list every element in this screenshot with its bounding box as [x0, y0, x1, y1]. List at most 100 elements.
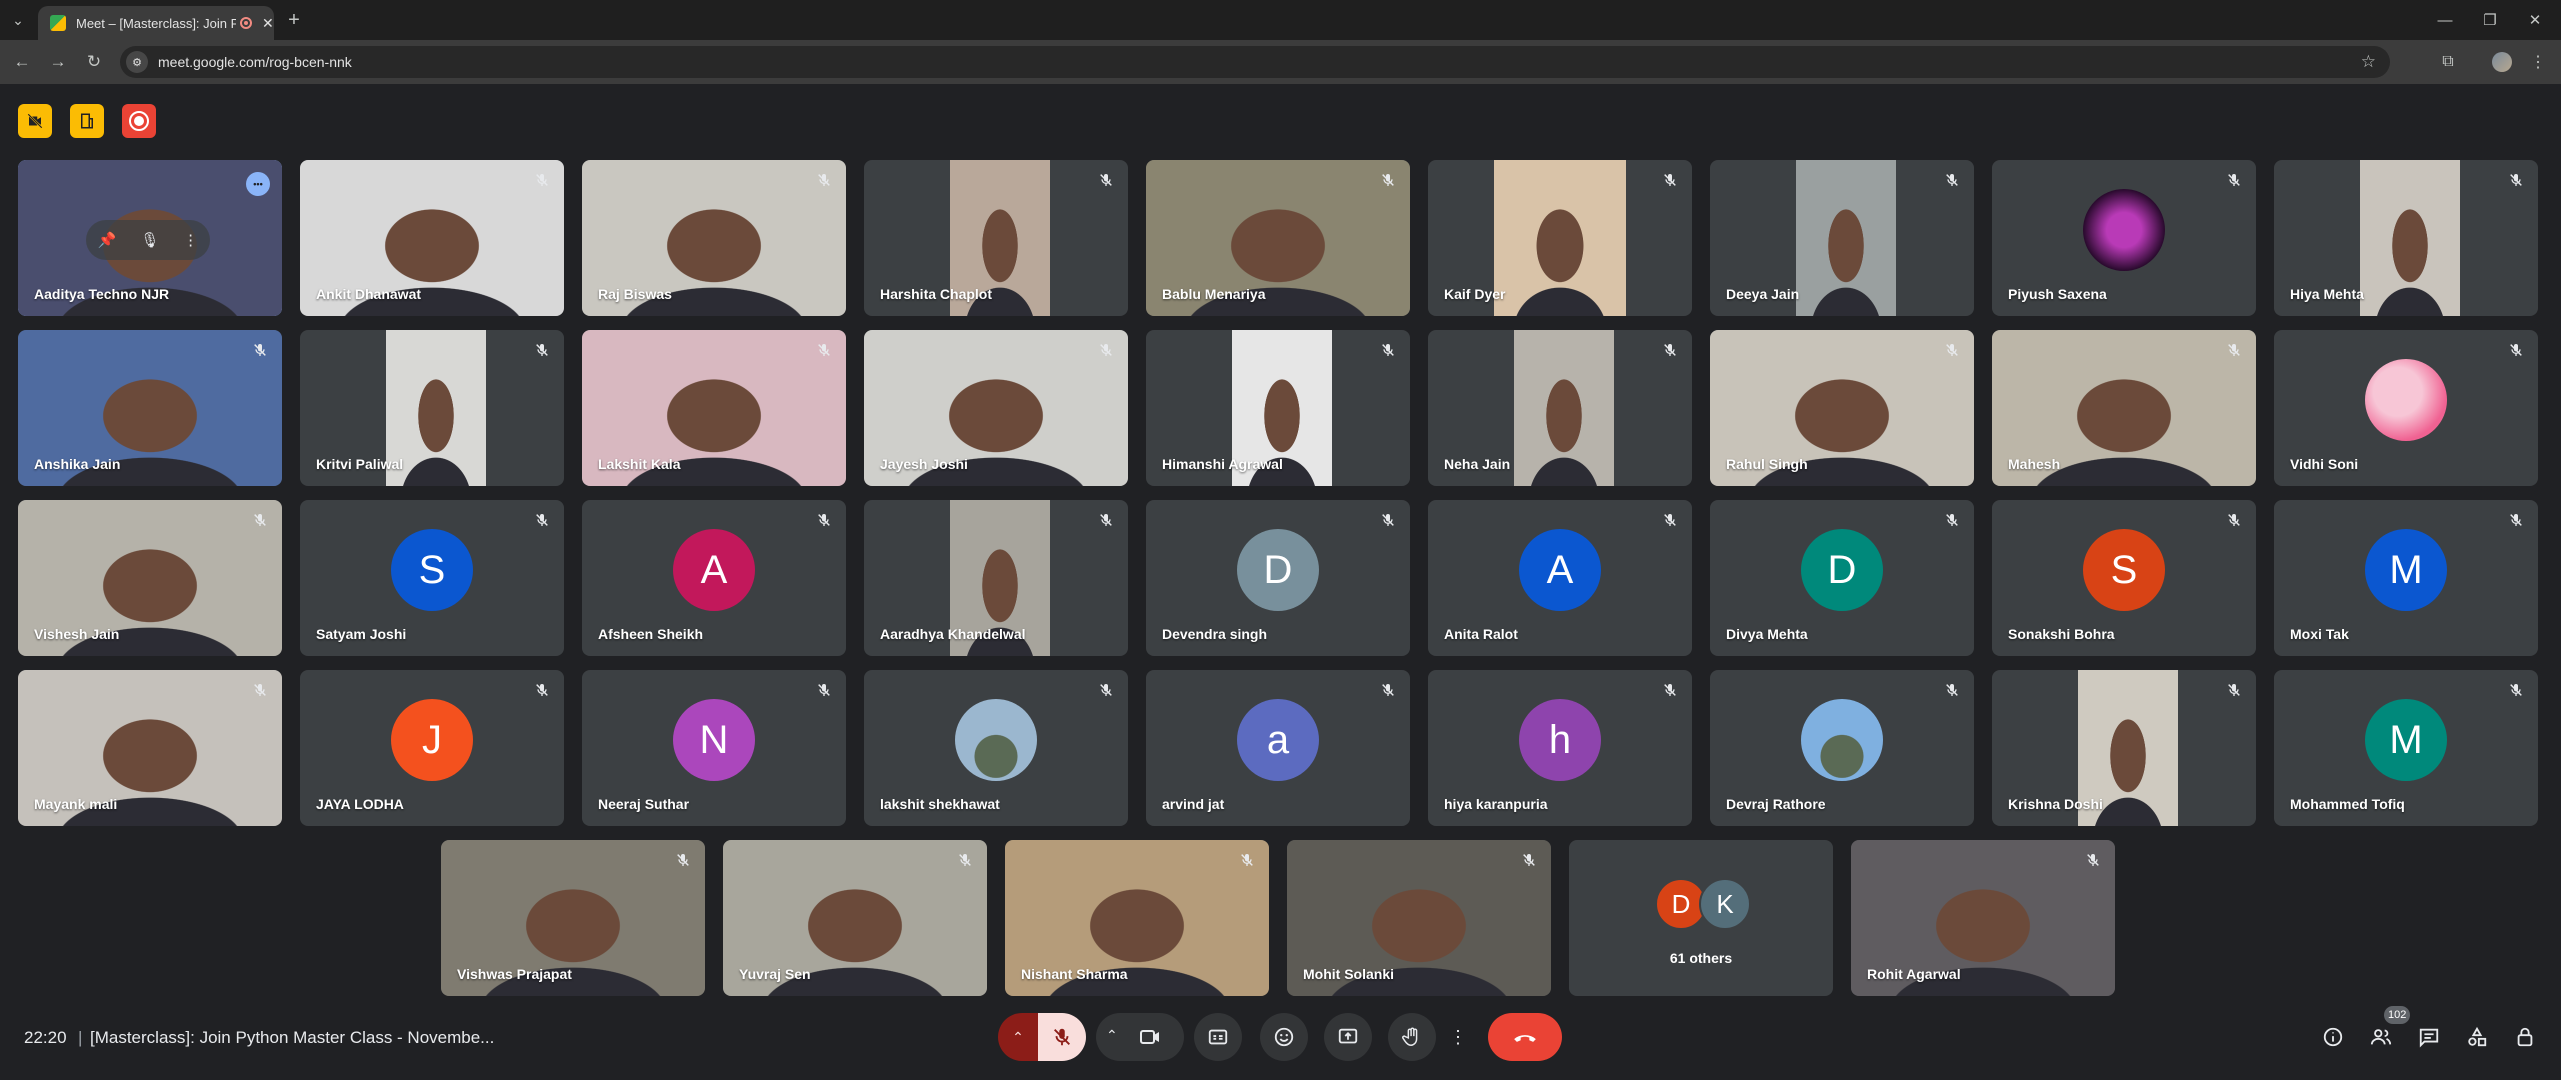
participant-tile[interactable]: lakshit shekhawat	[864, 670, 1128, 826]
participant-tile[interactable]: Vidhi Soni	[2274, 330, 2538, 486]
participant-tile[interactable]: Yuvraj Sen	[723, 840, 987, 996]
participant-tile[interactable]: Krishna Doshi	[1992, 670, 2256, 826]
meeting-controls-bar: 22:20 | [Masterclass]: Join Python Maste…	[0, 1000, 2561, 1080]
participant-tile[interactable]: Vishesh Jain	[18, 500, 282, 656]
recording-icon[interactable]	[122, 104, 156, 138]
participant-tile[interactable]: Deeya Jain	[1710, 160, 1974, 316]
mic-off-button[interactable]	[1038, 1013, 1086, 1061]
address-bar[interactable]: ⚙ meet.google.com/rog-bcen-nnk ☆	[120, 46, 2390, 78]
muted-mic-icon	[1376, 508, 1400, 532]
minimize-icon[interactable]: —	[2425, 6, 2465, 34]
host-controls-icon[interactable]	[2512, 1024, 2538, 1050]
participant-tile[interactable]: Rahul Singh	[1710, 330, 1974, 486]
participant-tile[interactable]: a arvind jat	[1146, 670, 1410, 826]
participant-tile[interactable]: D Devendra singh	[1146, 500, 1410, 656]
participant-tile[interactable]: A Afsheen Sheikh	[582, 500, 846, 656]
window-close-icon[interactable]: ✕	[2515, 6, 2555, 34]
tab-search-icon[interactable]: ⌄	[6, 8, 30, 32]
participant-tile[interactable]: Lakshit Kala	[582, 330, 846, 486]
new-tab-icon[interactable]: +	[282, 8, 306, 32]
tile-mic-icon[interactable]: 🎙	[140, 231, 159, 249]
reload-icon[interactable]: ↻	[82, 50, 106, 74]
meeting-details-icon[interactable]	[2320, 1024, 2346, 1050]
participant-tile[interactable]: Ankit Dhanawat	[300, 160, 564, 316]
browser-tab-meet[interactable]: Meet – [Masterclass]: Join P ✕	[38, 6, 274, 40]
back-icon[interactable]: ←	[10, 50, 34, 74]
participant-tile[interactable]: J JAYA LODHA	[300, 670, 564, 826]
participant-tile[interactable]: h hiya karanpuria	[1428, 670, 1692, 826]
participant-name: Sonakshi Bohra	[2008, 626, 2115, 642]
profile-avatar[interactable]	[2490, 50, 2514, 74]
participant-name: Vishwas Prajapat	[457, 966, 572, 982]
others-tile[interactable]: D K 61 others	[1569, 840, 1833, 996]
muted-mic-icon	[2081, 848, 2105, 872]
participant-tile[interactable]: Aaditya Techno NJR ••• 📌 🎙 ⋮	[18, 160, 282, 316]
restore-icon[interactable]: ❐	[2470, 6, 2510, 34]
extensions-icon[interactable]: ⧉	[2436, 50, 2460, 74]
participant-name: Rahul Singh	[1726, 456, 1808, 472]
participant-tile[interactable]: Devraj Rathore	[1710, 670, 1974, 826]
participant-tile[interactable]: Neha Jain	[1428, 330, 1692, 486]
participant-tile[interactable]: Mohit Solanki	[1287, 840, 1551, 996]
people-icon[interactable]	[2368, 1024, 2394, 1050]
participant-tile[interactable]: Kaif Dyer	[1428, 160, 1692, 316]
participant-tile[interactable]: N Neeraj Suthar	[582, 670, 846, 826]
bookmark-star-icon[interactable]: ☆	[2361, 52, 2376, 72]
camera-button[interactable]	[1138, 1025, 1162, 1054]
participant-tile[interactable]: S Sonakshi Bohra	[1992, 500, 2256, 656]
muted-mic-icon	[2222, 338, 2246, 362]
participant-tile[interactable]: D Divya Mehta	[1710, 500, 1974, 656]
tile-menu-icon[interactable]: ⋮	[183, 231, 198, 249]
participant-tile[interactable]: Kritvi Paliwal	[300, 330, 564, 486]
muted-mic-icon	[530, 168, 554, 192]
participant-tile[interactable]: Nishant Sharma	[1005, 840, 1269, 996]
reactions-button[interactable]	[1260, 1013, 1308, 1061]
pin-icon[interactable]: 📌	[98, 231, 117, 249]
participant-tile[interactable]: Harshita Chaplot	[864, 160, 1128, 316]
participant-avatar: J	[391, 699, 473, 781]
participant-tile[interactable]: Aaradhya Khandelwal	[864, 500, 1128, 656]
participant-tile[interactable]: Anshika Jain	[18, 330, 282, 486]
video-options-chevron-icon[interactable]: ⌃	[1106, 1027, 1118, 1044]
participant-tile[interactable]: A Anita Ralot	[1428, 500, 1692, 656]
participant-tile[interactable]: Jayesh Joshi	[864, 330, 1128, 486]
participant-tile[interactable]: Mahesh	[1992, 330, 2256, 486]
participant-tile[interactable]: Vishwas Prajapat	[441, 840, 705, 996]
participant-tile[interactable]: Piyush Saxena	[1992, 160, 2256, 316]
tab-close-icon[interactable]: ✕	[262, 15, 274, 32]
participant-tile[interactable]: Hiya Mehta	[2274, 160, 2538, 316]
leave-call-button[interactable]	[1488, 1013, 1562, 1061]
participant-profile-photo	[2083, 189, 2165, 271]
tile-more-options-icon[interactable]: •••	[246, 172, 270, 196]
more-options-button[interactable]: ⋮	[1440, 1013, 1476, 1061]
audio-options-chevron-icon[interactable]: ⌃	[998, 1013, 1038, 1061]
chat-icon[interactable]	[2416, 1024, 2442, 1050]
participant-name: Mohit Solanki	[1303, 966, 1394, 982]
forward-icon[interactable]: →	[46, 50, 70, 74]
participant-tile[interactable]: Raj Biswas	[582, 160, 846, 316]
present-button[interactable]	[1324, 1013, 1372, 1061]
site-info-icon[interactable]: ⚙	[126, 51, 148, 73]
camera-off-warning-icon[interactable]	[18, 104, 52, 138]
participant-name: Krishna Doshi	[2008, 796, 2103, 812]
participant-tile[interactable]: Bablu Menariya	[1146, 160, 1410, 316]
participant-tile[interactable]: M Mohammed Tofiq	[2274, 670, 2538, 826]
participant-tile[interactable]: Mayank mali	[18, 670, 282, 826]
participant-tile[interactable]: S Satyam Joshi	[300, 500, 564, 656]
participant-tile[interactable]: M Moxi Tak	[2274, 500, 2538, 656]
participant-profile-photo	[2365, 359, 2447, 441]
participant-name: Jayesh Joshi	[880, 456, 968, 472]
activities-icon[interactable]	[2464, 1024, 2490, 1050]
participant-avatar: h	[1519, 699, 1601, 781]
raise-hand-button[interactable]	[1388, 1013, 1436, 1061]
captions-button[interactable]	[1194, 1013, 1242, 1061]
companion-mode-icon[interactable]	[70, 104, 104, 138]
browser-menu-icon[interactable]: ⋮	[2526, 50, 2550, 74]
muted-mic-icon	[812, 338, 836, 362]
participant-name: Piyush Saxena	[2008, 286, 2107, 302]
participant-tile[interactable]: Rohit Agarwal	[1851, 840, 2115, 996]
participant-count-badge: 102	[2384, 1006, 2411, 1024]
participant-name: Mahesh	[2008, 456, 2061, 472]
browser-toolbar: ← → ↻ ⚙ meet.google.com/rog-bcen-nnk ☆ ⧉…	[0, 40, 2561, 84]
participant-tile[interactable]: Himanshi Agrawal	[1146, 330, 1410, 486]
